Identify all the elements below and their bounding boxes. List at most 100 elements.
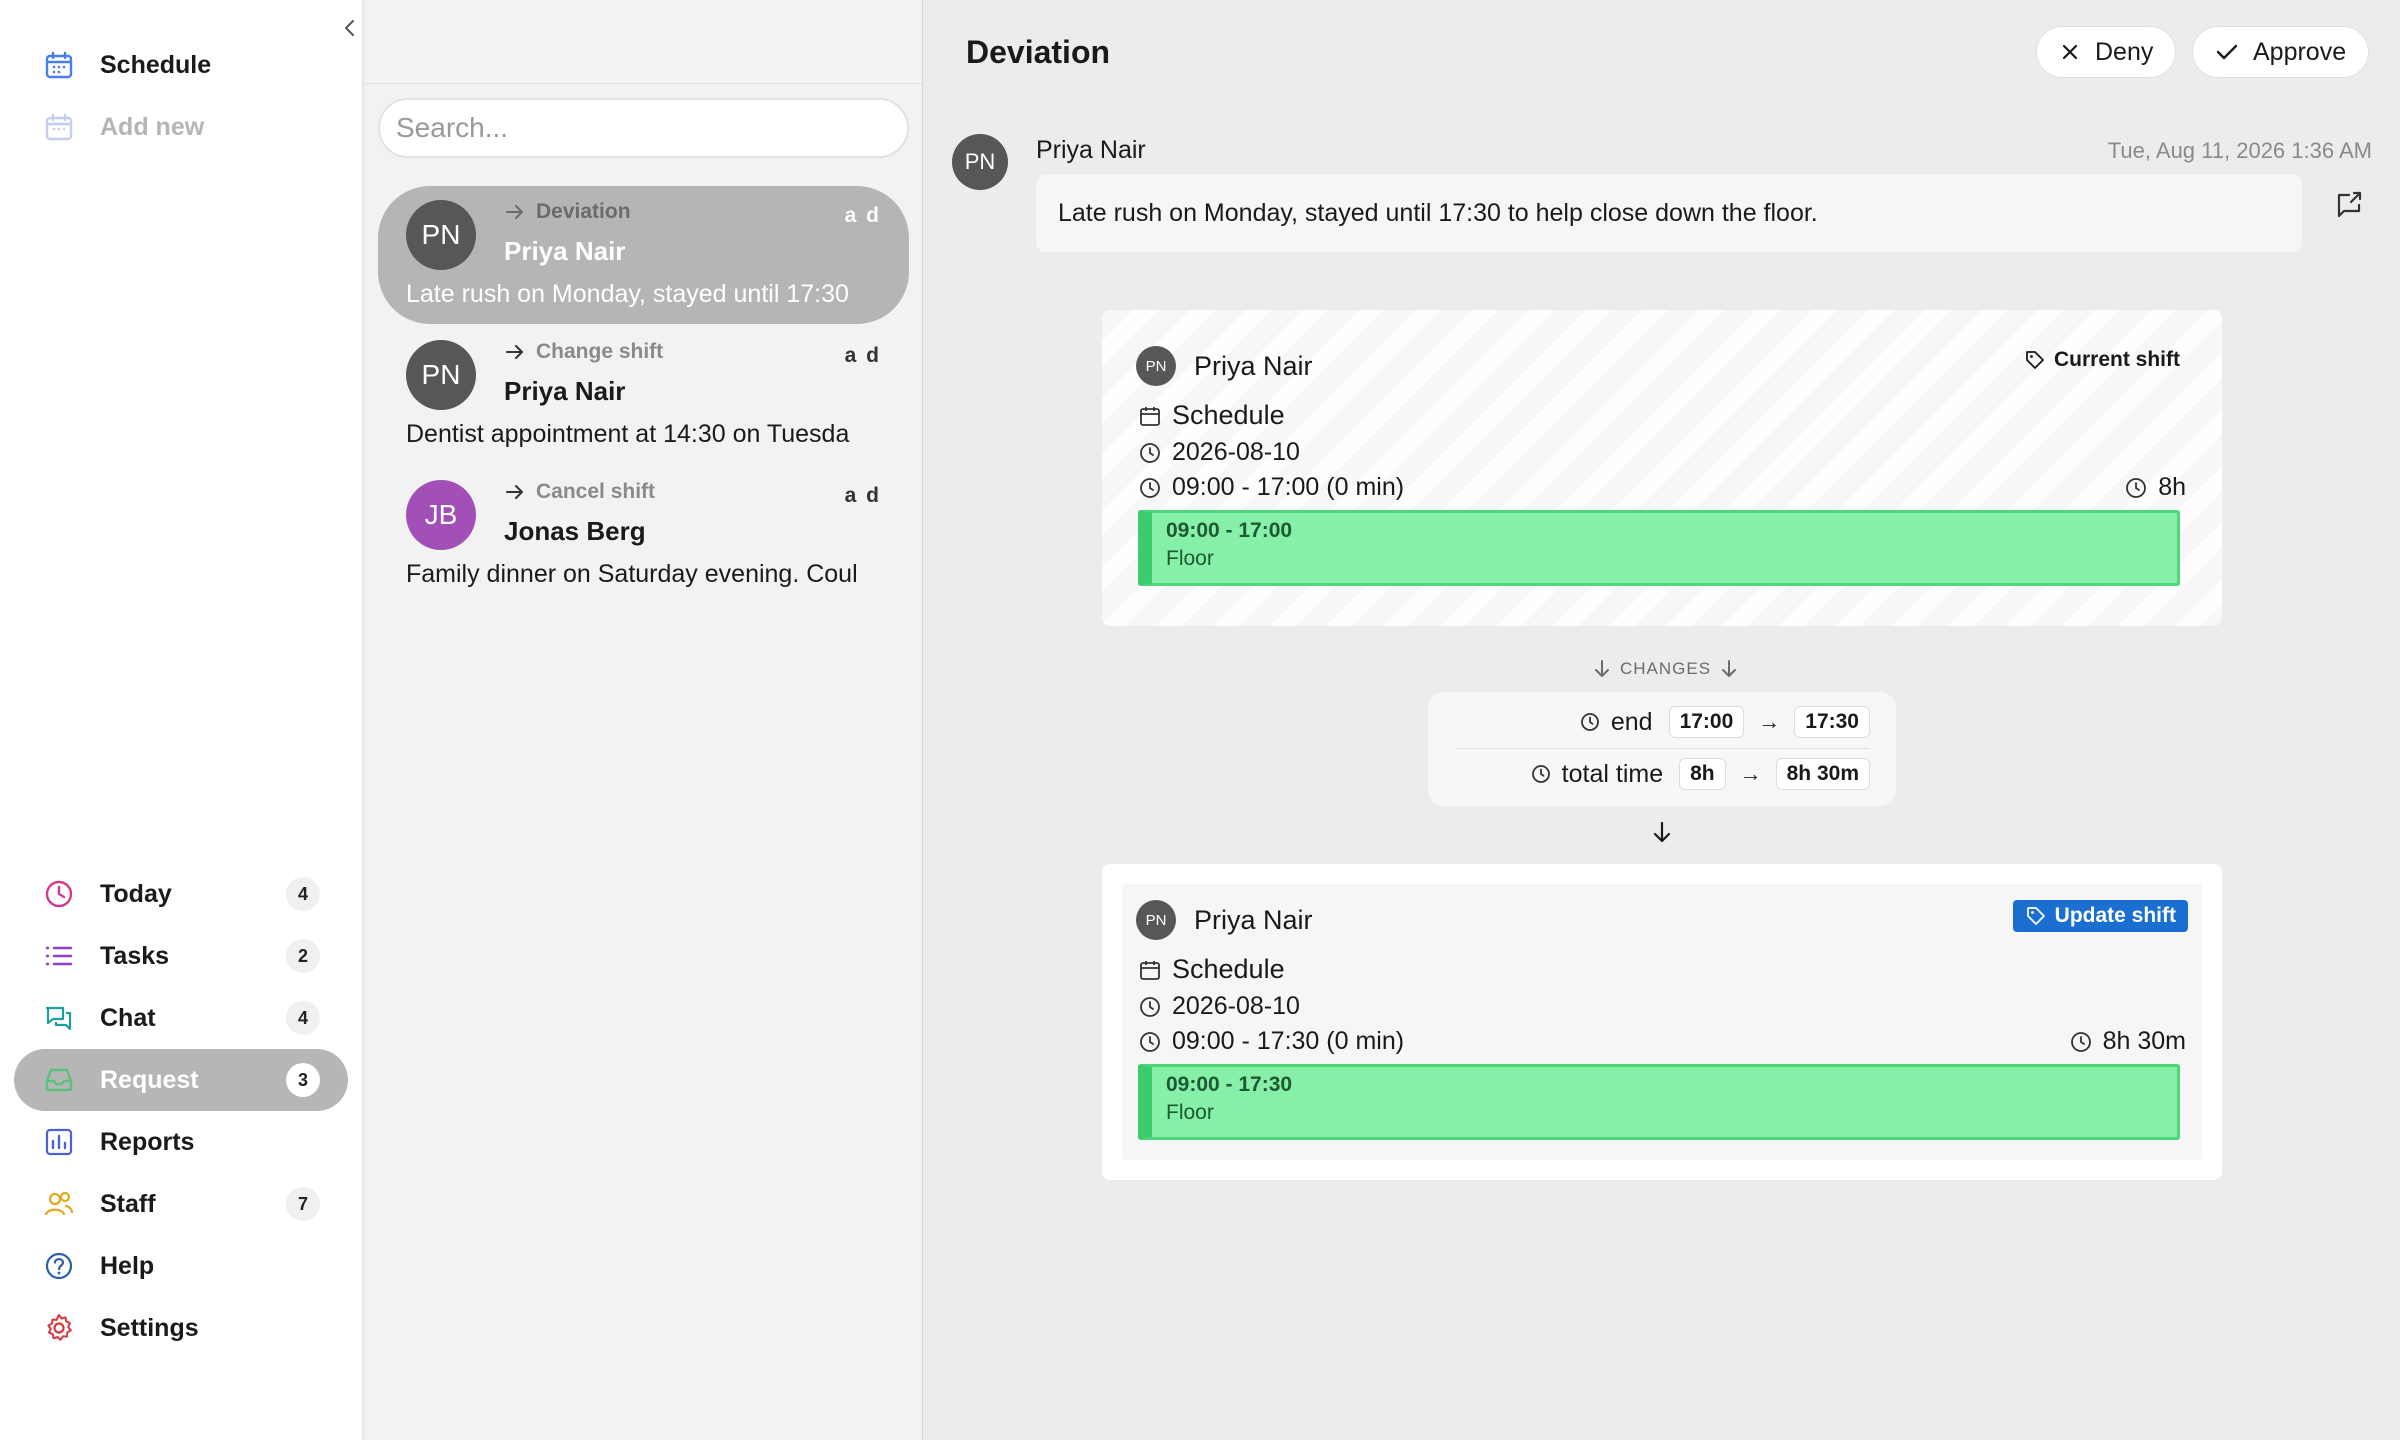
nav-item-add-new[interactable]: Add new	[14, 96, 348, 158]
change-key-end: end	[1610, 707, 1653, 736]
change-new-total: 8h 30m	[1775, 758, 1870, 790]
avatar: PN	[1136, 900, 1176, 940]
shift-block-time: 09:00 - 17:30	[1166, 1073, 1293, 1096]
update-shift-tag-label: Update shift	[2054, 904, 2176, 927]
change-row-total-time: total time 8h → 8h 30m	[1530, 758, 1870, 790]
calendar-plus-icon	[42, 110, 76, 144]
nav-item-settings[interactable]: Settings	[14, 1297, 348, 1359]
change-arrow: →	[1758, 709, 1781, 734]
shift-date-row: 2026-08-10	[1138, 438, 1300, 467]
calendar-icon	[1140, 406, 1160, 426]
bar-chart-icon	[42, 1125, 76, 1159]
shift-block: 09:00 - 17:30 Floor	[1138, 1064, 2180, 1140]
request-item-change-shift[interactable]: PN Change shift a d Priya Nair Dentist a…	[378, 326, 909, 464]
shift-block-label: Floor	[1166, 1101, 1214, 1124]
reply-icon[interactable]	[2334, 190, 2364, 220]
nav-label-staff: Staff	[100, 1189, 156, 1218]
avatar: PN	[406, 340, 476, 410]
current-shift-tag: Current shift	[2024, 348, 2180, 372]
sidebar: Schedule Add new Today 4 Tasks 2 Chat 4 …	[0, 0, 363, 1440]
close-icon	[2062, 44, 2078, 60]
change-key-total-time: total time	[1561, 759, 1664, 788]
clock-icon	[2126, 477, 2147, 498]
change-old-total: 8h	[1679, 758, 1726, 790]
avatar: JB	[406, 480, 476, 550]
avatar: PN	[406, 200, 476, 270]
nav-label-tasks: Tasks	[100, 941, 170, 970]
shift-person: PN Priya Nair	[1136, 900, 1313, 940]
clock-icon	[1140, 442, 1160, 463]
shift-person-name: Priya Nair	[1194, 904, 1313, 935]
search-input[interactable]	[378, 98, 909, 158]
nav-item-chat[interactable]: Chat 4	[14, 987, 348, 1049]
clock-icon	[1140, 477, 1160, 498]
shift-time: 09:00 - 17:30 (0 min)	[1172, 1027, 1405, 1055]
request-age: a d	[844, 204, 881, 227]
change-row-end: end 17:00 → 17:30	[1579, 706, 1870, 738]
shift-block: 09:00 - 17:00 Floor	[1138, 510, 2180, 586]
approve-button[interactable]: Approve	[2192, 26, 2370, 78]
nav-label-add-new: Add new	[100, 112, 205, 141]
request-requester: Jonas Berg	[504, 516, 646, 546]
request-type-label: Deviation	[536, 200, 631, 223]
nav-label-help: Help	[100, 1251, 155, 1280]
message-timestamp: Tue, Aug 11, 2026 1:36 AM	[2107, 138, 2372, 163]
request-detail-panel: Deviation Deny Approve PN Priya Nair Tue…	[924, 0, 2400, 1440]
nav-item-staff[interactable]: Staff 7	[14, 1173, 348, 1235]
shift-person: PN Priya Nair	[1136, 346, 1313, 386]
list-icon	[42, 939, 76, 973]
clock-icon	[1580, 713, 1599, 731]
shift-date: 2026-08-10	[1172, 438, 1300, 466]
deny-button[interactable]: Deny	[2036, 26, 2177, 78]
nav-item-today[interactable]: Today 4	[14, 863, 348, 925]
arrow-right-icon	[506, 485, 523, 499]
nav-item-schedule[interactable]: Schedule	[14, 34, 348, 96]
list-header	[364, 0, 922, 84]
gear-icon	[42, 1311, 76, 1345]
inbox-icon	[42, 1063, 76, 1097]
approve-label: Approve	[2253, 37, 2347, 66]
shift-schedule-label: Schedule	[1172, 400, 1285, 430]
help-icon	[42, 1249, 76, 1283]
request-type-label: Change shift	[536, 340, 664, 363]
nav-label-schedule: Schedule	[100, 50, 212, 79]
tag-icon	[2026, 351, 2044, 369]
avatar: PN	[1136, 346, 1176, 386]
nav-item-tasks[interactable]: Tasks 2	[14, 925, 348, 987]
shift-time-row: 09:00 - 17:00 (0 min)	[1138, 473, 1404, 502]
shift-schedule-label: Schedule	[1172, 954, 1285, 984]
updated-shift-card: PN Priya Nair Update shift Schedule 2026…	[1102, 864, 2222, 1180]
shift-duration-value: 8h 30m	[2102, 1027, 2186, 1055]
nav-item-reports[interactable]: Reports	[14, 1111, 348, 1173]
request-list-panel: PN Deviation a d Priya Nair Late rush on…	[364, 0, 923, 1440]
request-requester: Priya Nair	[504, 236, 626, 266]
shift-duration-value: 8h	[2158, 473, 2186, 501]
message-author: Priya Nair	[1036, 136, 1146, 164]
deny-label: Deny	[2095, 37, 2154, 66]
changes-header: CHANGES	[1584, 658, 1747, 680]
current-shift-tag-label: Current shift	[2054, 348, 2180, 371]
request-snippet: Family dinner on Saturday evening. Coul	[406, 560, 858, 588]
nav-label-today: Today	[100, 879, 172, 908]
arrow-right-icon	[506, 205, 523, 219]
shift-schedule-row: Schedule	[1138, 954, 1285, 985]
request-age: a d	[844, 484, 881, 507]
clock-icon	[1531, 765, 1550, 783]
shift-person-name: Priya Nair	[1194, 350, 1313, 381]
nav-count-request: 3	[286, 1063, 320, 1097]
nav-label-request: Request	[100, 1065, 199, 1094]
request-item-cancel-shift[interactable]: JB Cancel shift a d Jonas Berg Family di…	[378, 466, 909, 604]
clock-icon	[1140, 1031, 1160, 1052]
shift-block-label: Floor	[1166, 547, 1214, 570]
change-new-end: 17:30	[1794, 706, 1870, 738]
message-bubble: Late rush on Monday, stayed until 17:30 …	[1036, 174, 2302, 252]
nav-item-request[interactable]: Request 3	[14, 1049, 348, 1111]
request-item-deviation[interactable]: PN Deviation a d Priya Nair Late rush on…	[378, 186, 909, 324]
nav-count-today: 4	[286, 877, 320, 911]
clock-icon	[42, 877, 76, 911]
nav-count-staff: 7	[286, 1187, 320, 1221]
shift-duration: 8h	[2124, 473, 2186, 502]
nav-label-settings: Settings	[100, 1313, 199, 1342]
calendar-icon	[1140, 960, 1160, 980]
nav-item-help[interactable]: Help	[14, 1235, 348, 1297]
